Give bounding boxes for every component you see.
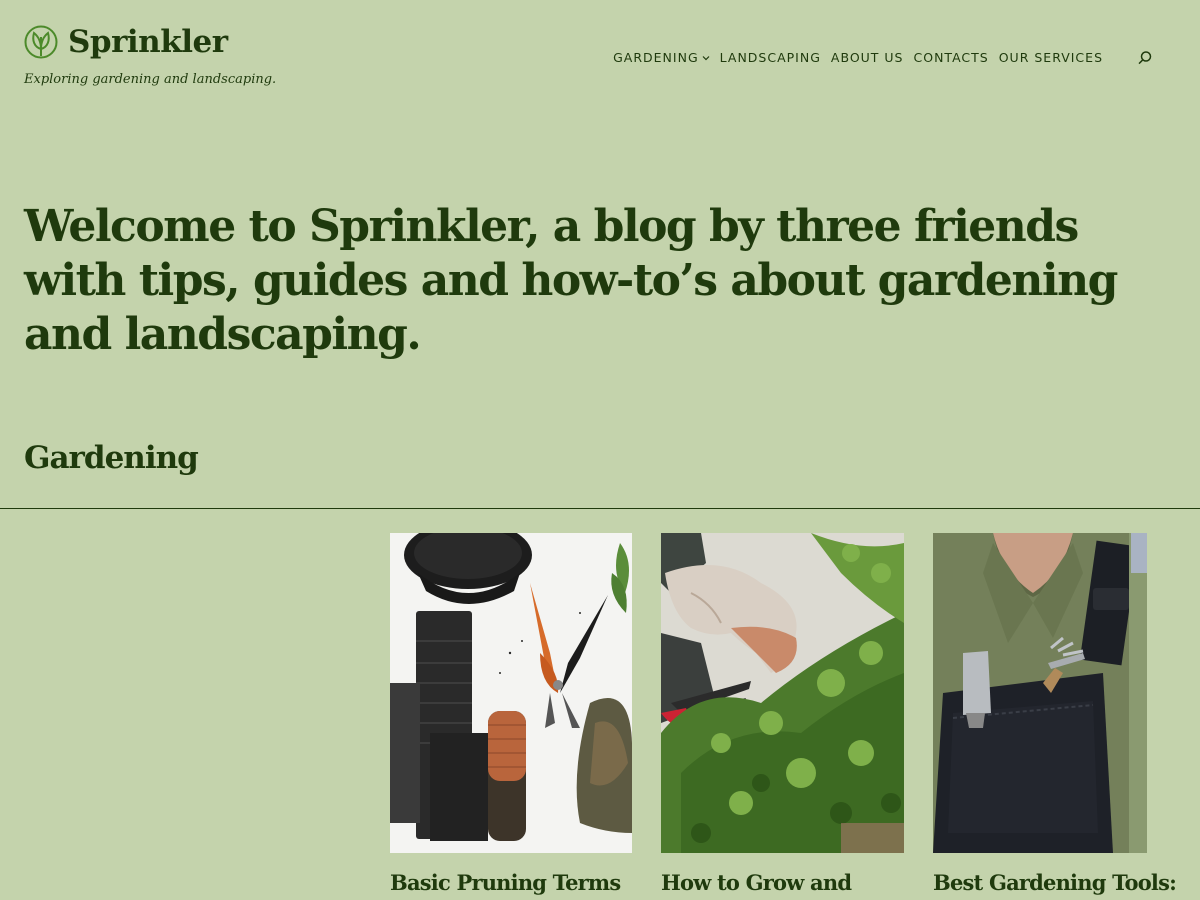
nav-item-contacts[interactable]: CONTACTS — [914, 50, 989, 65]
post-card: Basic Pruning Terms — [390, 533, 632, 897]
gloved-hands-pruning-shrub-photo — [661, 533, 904, 853]
tools-in-overalls-pocket-photo — [933, 533, 1147, 853]
site-title[interactable]: Sprinkler — [68, 22, 228, 62]
post-title[interactable]: Best Gardening Tools: — [933, 869, 1177, 897]
post-image-pots-and-pruners[interactable] — [390, 533, 632, 853]
nav-item-our-services[interactable]: OUR SERVICES — [999, 50, 1103, 65]
nav-item-about-us[interactable]: ABOUT US — [831, 50, 904, 65]
post-title[interactable]: Basic Pruning Terms — [390, 869, 632, 897]
site-header: Sprinkler Exploring gardening and landsc… — [0, 0, 1200, 120]
pots-and-pruners-photo — [390, 533, 632, 853]
post-image-pruning-shrub[interactable] — [661, 533, 904, 853]
site-tagline: Exploring gardening and landscaping. — [24, 72, 277, 87]
chevron-down-icon[interactable] — [702, 55, 710, 61]
post-card: Best Gardening Tools: — [933, 533, 1177, 897]
hero-heading: Welcome to Sprinkler, a blog by three fr… — [24, 201, 1118, 360]
logo-link[interactable]: Sprinkler — [24, 22, 276, 62]
post-image-tools-in-pocket[interactable] — [933, 533, 1147, 853]
post-title[interactable]: How to Grow and — [661, 869, 904, 897]
post-card: How to Grow and — [661, 533, 904, 897]
section-title-gardening[interactable]: Gardening — [24, 440, 199, 476]
nav-item-label: GARDENING — [613, 50, 699, 65]
nav-item-gardening[interactable]: GARDENING — [613, 50, 710, 65]
leaf-logo-icon — [24, 25, 58, 59]
main-nav: GARDENING LANDSCAPING ABOUT US CONTACTS … — [613, 50, 1103, 65]
site-branding: Sprinkler Exploring gardening and landsc… — [24, 22, 276, 87]
nav-item-landscaping[interactable]: LANDSCAPING — [720, 50, 821, 65]
search-icon[interactable] — [1136, 49, 1154, 67]
section-divider — [0, 508, 1200, 509]
